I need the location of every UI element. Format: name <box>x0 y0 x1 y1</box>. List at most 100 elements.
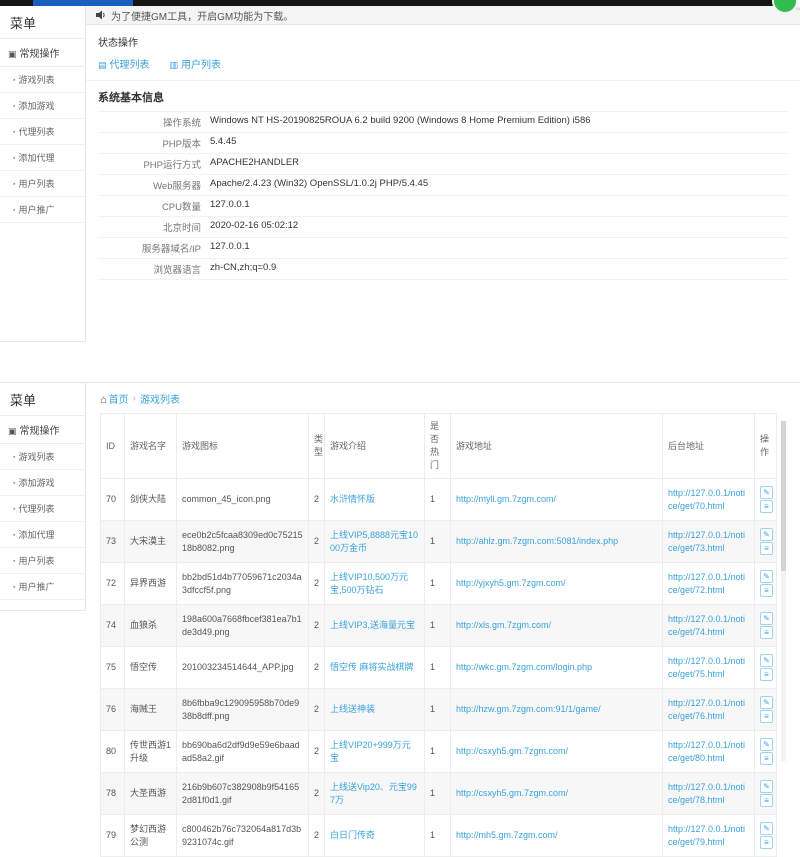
cell-icon-file: bb2bd51d4b77059671c2034a3dfccf5f.png <box>177 563 309 605</box>
agent-list-link-label: 代理列表 <box>110 60 150 71</box>
detail-icon[interactable]: ≡ <box>760 710 773 723</box>
detail-icon[interactable]: ≡ <box>760 542 773 555</box>
cell-admin-url[interactable]: http://127.0.0.1/notice/get/78.html <box>663 773 755 815</box>
sidebar-item-user-promo[interactable]: ▪用户推广 <box>0 197 85 223</box>
cell-game-url[interactable]: http://myll.gm.7zgm.com/ <box>451 479 663 521</box>
edit-icon[interactable]: ✎ <box>760 486 773 499</box>
table-row: 70 剑侠大陆 common_45_icon.png 2 水浒情怀版 1 htt… <box>101 479 777 521</box>
sidebar-title: 菜单 <box>0 6 85 38</box>
sysinfo-row-cpu: CPU数量127.0.0.1 <box>98 196 788 217</box>
sidebar-group-general[interactable]: ▣常规操作 <box>0 415 85 444</box>
cell-hot: 1 <box>425 605 451 647</box>
detail-icon[interactable]: ≡ <box>760 752 773 765</box>
edit-icon[interactable]: ✎ <box>760 570 773 583</box>
cell-admin-url[interactable]: http://127.0.0.1/notice/get/72.html <box>663 563 755 605</box>
cell-id: 73 <box>101 521 125 563</box>
cell-game-url[interactable]: http://xls.gm.7zgm.com/ <box>451 605 663 647</box>
cell-op: ✎≡ <box>755 689 777 731</box>
system-info-main: 为了便捷GM工具，开启GM功能为下载。 状态操作 ▤代理列表 ▥用户列表 系统基… <box>86 6 800 382</box>
cell-game-url[interactable]: http://csxyh5.gm.7zgm.com/ <box>451 773 663 815</box>
cell-game-url[interactable]: http://wkc.gm.7zgm.com/login.php <box>451 647 663 689</box>
table-row: 80 传世西游1升级 bb690ba6d2df9d9e59e6baadad58a… <box>101 731 777 773</box>
detail-icon[interactable]: ≡ <box>760 668 773 681</box>
sidebar-item-agent-list[interactable]: ▪代理列表 <box>0 496 85 522</box>
kv-value: Windows NT HS-20190825ROUA 6.2 build 920… <box>210 115 591 129</box>
sysinfo-row-ip: 服务器域名/IP127.0.0.1 <box>98 238 788 259</box>
user-list-link-label: 用户列表 <box>181 60 221 71</box>
sidebar-item-user-list[interactable]: ▪用户列表 <box>0 548 85 574</box>
cell-hot: 1 <box>425 773 451 815</box>
sidebar-item-game-list[interactable]: ▪游戏列表 <box>0 67 85 93</box>
edit-icon[interactable]: ✎ <box>760 780 773 793</box>
breadcrumb-home[interactable]: ⌂首页 <box>100 391 129 406</box>
table-scrollbar[interactable] <box>781 421 786 761</box>
cell-admin-url[interactable]: http://127.0.0.1/notice/get/75.html <box>663 647 755 689</box>
scrollbar-thumb[interactable] <box>781 421 786 571</box>
item-bullet-icon: ▪ <box>13 207 15 214</box>
cell-desc: 水浒情怀版 <box>325 479 425 521</box>
sidebar-item-add-game[interactable]: ▪添加游戏 <box>0 93 85 119</box>
cell-game-url[interactable]: http://csxyh5.gm.7zgm.com/ <box>451 731 663 773</box>
kv-label: PHP版本 <box>98 136 210 150</box>
kv-value: 127.0.0.1 <box>210 241 250 255</box>
sidebar-item-agent-list[interactable]: ▪代理列表 <box>0 119 85 145</box>
edit-icon[interactable]: ✎ <box>760 528 773 541</box>
breadcrumb-separator: › <box>133 393 136 404</box>
cell-desc: 上线VIP10,500万元宝,500万钻石 <box>325 563 425 605</box>
cell-desc: 上线VIP3,送海量元宝 <box>325 605 425 647</box>
col-header-op: 操作 <box>755 414 777 479</box>
cell-type: 2 <box>309 479 325 521</box>
edit-icon[interactable]: ✎ <box>760 822 773 835</box>
cell-name: 血狼杀 <box>125 605 177 647</box>
cell-admin-url[interactable]: http://127.0.0.1/notice/get/80.html <box>663 731 755 773</box>
sidebar-item-label: 用户列表 <box>18 556 54 566</box>
sidebar-item-user-list[interactable]: ▪用户列表 <box>0 171 85 197</box>
cell-admin-url[interactable]: http://127.0.0.1/notice/get/73.html <box>663 521 755 563</box>
breadcrumb-current[interactable]: 游戏列表 <box>140 391 180 406</box>
cell-game-url[interactable]: http://mh5.gm.7zgm.com/ <box>451 815 663 857</box>
cell-icon-file: common_45_icon.png <box>177 479 309 521</box>
sysinfo-title: 系统基本信息 <box>98 89 788 105</box>
item-bullet-icon: ▪ <box>13 480 15 487</box>
edit-icon[interactable]: ✎ <box>760 654 773 667</box>
agent-list-link[interactable]: ▤代理列表 <box>98 56 150 71</box>
sidebar-item-add-game[interactable]: ▪添加游戏 <box>0 470 85 496</box>
item-bullet-icon: ▪ <box>13 532 15 539</box>
list-icon: ▤ <box>98 60 107 70</box>
edit-icon[interactable]: ✎ <box>760 696 773 709</box>
detail-icon[interactable]: ≡ <box>760 500 773 513</box>
kv-value: APACHE2HANDLER <box>210 157 299 171</box>
sidebar-item-label: 添加游戏 <box>18 101 54 111</box>
cell-admin-url[interactable]: http://127.0.0.1/notice/get/74.html <box>663 605 755 647</box>
edit-icon[interactable]: ✎ <box>760 612 773 625</box>
detail-icon[interactable]: ≡ <box>760 626 773 639</box>
divider <box>86 80 800 81</box>
sidebar-item-label: 用户列表 <box>18 179 54 189</box>
cell-admin-url[interactable]: http://127.0.0.1/notice/get/70.html <box>663 479 755 521</box>
user-list-link[interactable]: ▥用户列表 <box>170 56 222 71</box>
edit-icon[interactable]: ✎ <box>760 738 773 751</box>
sidebar-item-user-promo[interactable]: ▪用户推广 <box>0 574 85 600</box>
detail-icon[interactable]: ≡ <box>760 794 773 807</box>
sidebar-top: 菜单 ▣常规操作 ▪游戏列表 ▪添加游戏 ▪代理列表 ▪添加代理 ▪用户列表 ▪… <box>0 6 86 382</box>
cell-op: ✎≡ <box>755 647 777 689</box>
cell-game-url[interactable]: http://hzw.gm.7zgm.com:91/1/game/ <box>451 689 663 731</box>
detail-icon[interactable]: ≡ <box>760 836 773 849</box>
cell-game-url[interactable]: http://ahlz.gm.7zgm.com:5081/index.php <box>451 521 663 563</box>
detail-icon[interactable]: ≡ <box>760 584 773 597</box>
cell-admin-url[interactable]: http://127.0.0.1/notice/get/76.html <box>663 689 755 731</box>
sidebar-item-add-agent[interactable]: ▪添加代理 <box>0 522 85 548</box>
cell-op: ✎≡ <box>755 605 777 647</box>
cell-id: 80 <box>101 731 125 773</box>
cell-type: 2 <box>309 689 325 731</box>
cell-icon-file: 201003234514644_APP.jpg <box>177 647 309 689</box>
sidebar-item-game-list[interactable]: ▪游戏列表 <box>0 444 85 470</box>
cell-op: ✎≡ <box>755 521 777 563</box>
game-table: ID 游戏名字 游戏图标 类型 游戏介绍 是否热门 游戏地址 后台地址 操作 7… <box>100 413 777 857</box>
cell-admin-url[interactable]: http://127.0.0.1/notice/get/79.html <box>663 815 755 857</box>
cell-desc: 上线送神装 <box>325 689 425 731</box>
cell-id: 70 <box>101 479 125 521</box>
sidebar-group-general[interactable]: ▣常规操作 <box>0 38 85 67</box>
cell-game-url[interactable]: http://yjxyh5.gm.7zgm.com/ <box>451 563 663 605</box>
sidebar-item-add-agent[interactable]: ▪添加代理 <box>0 145 85 171</box>
